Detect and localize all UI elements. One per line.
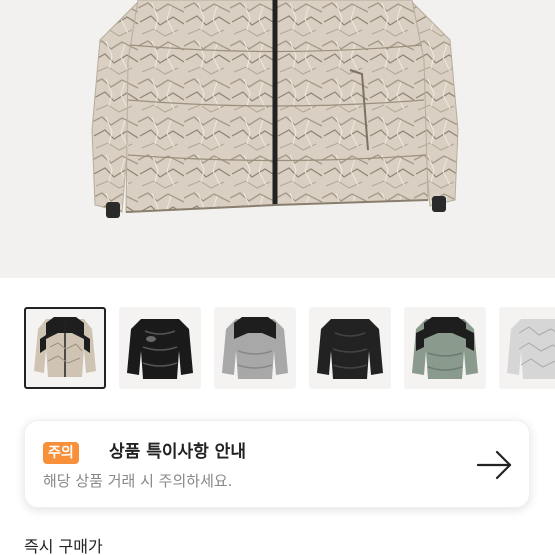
thumbnail-black-glossy[interactable] [119,307,201,389]
thumbnail-grey-black[interactable] [214,307,296,389]
thumbnail-image [507,319,555,379]
instant-buy-price-label: 즉시 구매가 [24,537,103,555]
notice-description: 해당 상품 거래 시 주의하세요. [43,472,233,490]
thumbnail-silver-camo[interactable] [499,307,555,389]
thumbnail-beige-camo[interactable] [24,307,106,389]
notice-title: 상품 특이사항 안내 [109,442,246,462]
thumbnail-image [34,317,96,377]
thumbnail-strip [24,307,555,389]
thumbnail-image [222,317,288,379]
thumbnail-image [127,319,193,379]
thumbnail-image [412,317,478,379]
product-main-image[interactable] [0,0,555,278]
thumbnail-sage-black[interactable] [404,307,486,389]
thumbnail-black-matte[interactable] [309,307,391,389]
product-notice-card[interactable]: 주의 상품 특이사항 안내 해당 상품 거래 시 주의하세요. [24,420,530,508]
thumbnail-image [317,319,383,379]
caution-badge: 주의 [43,442,79,464]
arrow-right-icon[interactable] [475,447,515,483]
jacket-illustration [91,0,459,218]
